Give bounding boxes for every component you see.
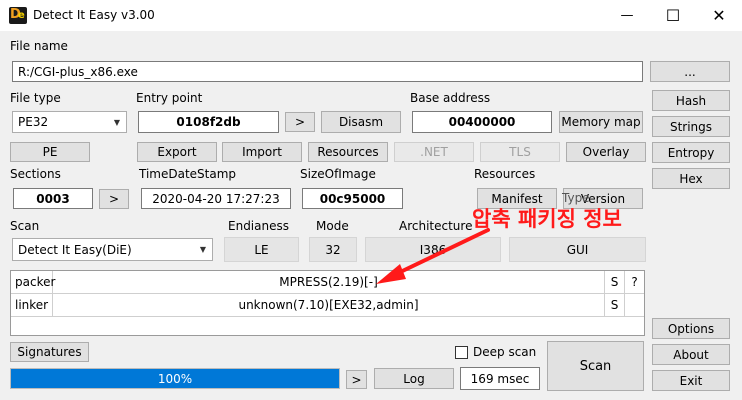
result-type: packer <box>11 271 55 294</box>
sections-go-button[interactable]: > <box>99 189 129 209</box>
entry-point-label: Entry point <box>136 91 203 105</box>
info-button[interactable] <box>625 294 644 317</box>
table-row[interactable]: packer MPRESS(2.19)[-] S ? <box>11 271 644 294</box>
sections-field[interactable]: 0003 <box>13 188 93 209</box>
scan-time-field: 169 msec <box>460 367 540 390</box>
sections-label: Sections <box>10 167 61 181</box>
close-icon: ✕ <box>712 6 726 25</box>
browse-button[interactable]: ... <box>650 61 730 82</box>
scan-engine-select[interactable]: Detect It Easy(DiE) ▼ <box>12 238 213 261</box>
type-value: GUI <box>509 237 646 262</box>
file-name-label: File name <box>10 39 68 53</box>
deep-scan-checkbox[interactable] <box>455 346 468 359</box>
result-value[interactable]: MPRESS(2.19)[-] <box>53 271 605 294</box>
export-button[interactable]: Export <box>137 142 217 162</box>
result-value[interactable]: unknown(7.10)[EXE32,admin] <box>53 294 605 317</box>
resources-label: Resources <box>474 167 536 181</box>
endianness-value: LE <box>224 237 299 262</box>
annotation-arrow <box>376 228 490 284</box>
chevron-down-icon: ▼ <box>113 117 120 127</box>
hex-button[interactable]: Hex <box>652 168 730 189</box>
info-button[interactable]: ? <box>625 271 644 294</box>
sizeofimage-label: SizeOfImage <box>300 167 376 181</box>
disasm-button[interactable]: Disasm <box>321 111 401 133</box>
maximize-icon: ☐ <box>665 6 681 25</box>
annotation-text: 압축 패키징 정보 <box>472 207 622 231</box>
die-app-icon: De <box>9 7 27 24</box>
entropy-button[interactable]: Entropy <box>652 142 730 163</box>
pe-button[interactable]: PE <box>10 142 90 162</box>
scan-engine-value: Detect It Easy(DiE) <box>18 242 132 257</box>
timedatestamp-label: TimeDateStamp <box>139 167 237 181</box>
options-button[interactable]: Options <box>652 318 730 339</box>
scan-progress-bar: 100% <box>10 368 340 389</box>
resources-button[interactable]: Resources <box>308 142 388 162</box>
entry-point-field[interactable]: 0108f2db <box>138 111 279 133</box>
endianness-label: Endianess <box>228 219 289 233</box>
mode-label: Mode <box>316 219 349 233</box>
entry-point-go-button[interactable]: > <box>285 112 315 132</box>
hash-button[interactable]: Hash <box>652 90 730 111</box>
progress-text: 100% <box>157 371 193 386</box>
table-row[interactable]: linker unknown(7.10)[EXE32,admin] S <box>11 294 644 317</box>
tls-button[interactable]: TLS <box>480 142 560 162</box>
timedatestamp-field[interactable]: 2020-04-20 17:27:23 <box>141 188 291 209</box>
result-type: linker <box>11 294 53 317</box>
mode-value: 32 <box>309 237 357 262</box>
strings-button[interactable]: Strings <box>652 116 730 137</box>
file-type-select[interactable]: PE32 ▼ <box>12 111 127 133</box>
overlay-button[interactable]: Overlay <box>566 142 646 162</box>
about-button[interactable]: About <box>652 344 730 365</box>
progress-go-button[interactable]: > <box>346 370 367 389</box>
minimize-icon: — <box>620 8 634 23</box>
scan-label: Scan <box>10 219 40 233</box>
window-title: Detect It Easy v3.00 <box>33 8 155 22</box>
minimize-button[interactable]: — <box>604 0 650 31</box>
base-address-field[interactable]: 00400000 <box>412 111 552 133</box>
maximize-button[interactable]: ☐ <box>650 0 696 31</box>
file-name-input[interactable]: R:/CGI-plus_x86.exe <box>12 61 643 82</box>
file-type-value: PE32 <box>18 115 49 129</box>
file-type-label: File type <box>10 91 61 105</box>
memory-map-button[interactable]: Memory map <box>559 111 643 133</box>
import-button[interactable]: Import <box>222 142 302 162</box>
deep-scan-label[interactable]: Deep scan <box>473 345 536 359</box>
exit-button[interactable]: Exit <box>652 370 730 391</box>
signature-button[interactable]: S <box>605 271 625 294</box>
chevron-down-icon: ▼ <box>199 245 206 254</box>
net-button[interactable]: .NET <box>394 142 474 162</box>
base-address-label: Base address <box>410 91 491 105</box>
detection-results-table[interactable]: packer MPRESS(2.19)[-] S ? linker unknow… <box>10 270 645 336</box>
log-button[interactable]: Log <box>374 368 454 389</box>
scan-button[interactable]: Scan <box>547 341 644 391</box>
close-button[interactable]: ✕ <box>696 0 742 31</box>
sizeofimage-field[interactable]: 00c95000 <box>302 188 403 209</box>
signatures-button[interactable]: Signatures <box>10 342 89 362</box>
signature-button[interactable]: S <box>605 294 625 317</box>
